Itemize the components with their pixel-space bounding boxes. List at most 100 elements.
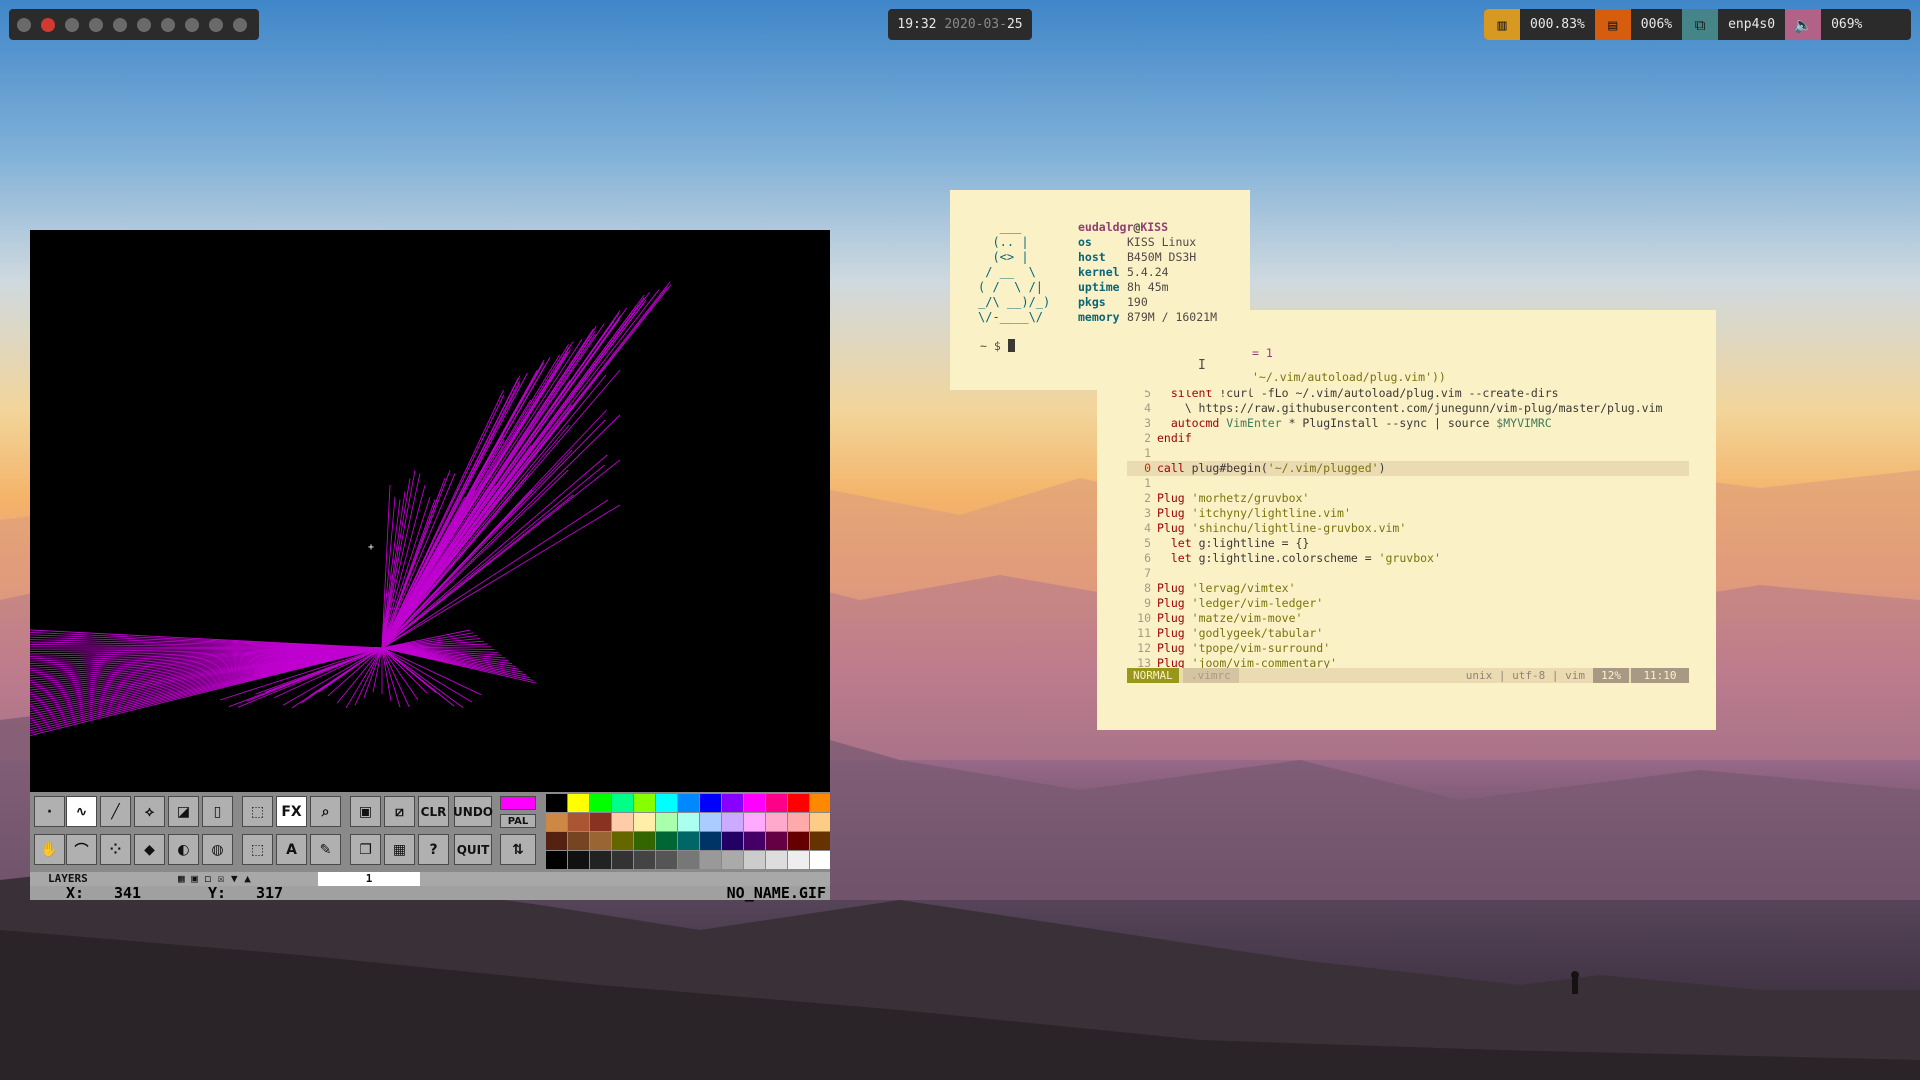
text-tool[interactable]: A [276, 834, 307, 865]
magnify-tool[interactable]: ⌕ [310, 796, 341, 827]
palette-swatch[interactable] [590, 851, 611, 869]
vim-line[interactable]: 2 endif [1127, 431, 1689, 446]
effects-button[interactable]: FX [276, 796, 307, 827]
dot-brush-tool[interactable]: · [34, 796, 65, 827]
palette-swatch[interactable] [744, 851, 765, 869]
palette-swatch[interactable] [568, 851, 589, 869]
brush-select-tool[interactable]: ⬚ [242, 796, 273, 827]
freehand-tool[interactable]: ∿ [66, 796, 97, 827]
palette-swatch[interactable] [634, 813, 655, 831]
palette-swatch[interactable] [590, 794, 611, 812]
palette-swatch[interactable] [634, 851, 655, 869]
fill-rect-tool[interactable]: ◪ [168, 796, 199, 827]
palette-swatch[interactable] [700, 813, 721, 831]
palette-swatch[interactable] [612, 851, 633, 869]
vim-line[interactable]: 9 Plug 'ledger/vim-ledger' [1127, 596, 1689, 611]
layer-number-field[interactable]: 1 [318, 872, 420, 886]
palette-swatch[interactable] [722, 794, 743, 812]
workspace-9[interactable] [209, 17, 223, 32]
palette-swatch[interactable] [788, 851, 809, 869]
move-arrows-tool[interactable]: ⇅ [500, 834, 536, 865]
hand-tool[interactable]: ✋ [34, 834, 65, 865]
palette-swatch[interactable] [546, 813, 567, 831]
workspace-3[interactable] [65, 17, 79, 32]
palette-swatch[interactable] [612, 794, 633, 812]
vim-line[interactable]: 7 [1127, 566, 1689, 581]
workspace-10[interactable] [233, 17, 247, 32]
vim-line[interactable]: 10 Plug 'matze/vim-move' [1127, 611, 1689, 626]
palette-swatch[interactable] [766, 851, 787, 869]
workspace-4[interactable] [89, 17, 103, 32]
palette-swatch[interactable] [810, 832, 830, 850]
palette-swatch[interactable] [722, 813, 743, 831]
vim-buffer[interactable]: 5 silent !curl -fLo ~/.vim/autoload/plug… [1127, 386, 1689, 671]
vim-line[interactable]: 3 autocmd VimEnter * PlugInstall --sync … [1127, 416, 1689, 431]
palette-swatch[interactable] [744, 832, 765, 850]
vim-line[interactable]: 11 Plug 'godlygeek/tabular' [1127, 626, 1689, 641]
palette-swatch[interactable] [612, 813, 633, 831]
ellipse-fill-tool[interactable]: ◐ [168, 834, 199, 865]
workspace-2[interactable] [41, 17, 55, 32]
clear-button[interactable]: CLR [418, 796, 449, 827]
vim-line[interactable]: 5 let g:lightline = {} [1127, 536, 1689, 551]
help-button[interactable]: ? [418, 834, 449, 865]
palette-swatch[interactable] [700, 794, 721, 812]
palette-swatch[interactable] [656, 794, 677, 812]
palette-swatch[interactable] [546, 794, 567, 812]
workspace-5[interactable] [113, 17, 127, 32]
palette-swatch[interactable] [568, 832, 589, 850]
spline-tool[interactable]: ⟡ [134, 796, 165, 827]
palette-swatch[interactable] [634, 794, 655, 812]
palette-swatch[interactable] [546, 851, 567, 869]
drawing-canvas[interactable]: + [30, 230, 830, 792]
palette-swatch[interactable] [722, 851, 743, 869]
quit-button[interactable]: QUIT [454, 834, 492, 865]
palette-swatch[interactable] [612, 832, 633, 850]
palette-swatch[interactable] [788, 794, 809, 812]
vim-line[interactable]: 6 let g:lightline.colorscheme = 'gruvbox… [1127, 551, 1689, 566]
adjust-tool[interactable]: ⧄ [384, 796, 415, 827]
sphere-tool[interactable]: ◍ [202, 834, 233, 865]
palette-swatch[interactable] [656, 832, 677, 850]
palette-swatch[interactable] [678, 851, 699, 869]
palette-swatch[interactable] [744, 813, 765, 831]
vim-line[interactable]: 1 [1127, 446, 1689, 461]
workspace-1[interactable] [17, 17, 31, 32]
vim-line[interactable]: 4 Plug 'shinchu/lightline-gruvbox.vim' [1127, 521, 1689, 536]
palette-swatch[interactable] [590, 813, 611, 831]
fore-color-swatch[interactable] [500, 796, 536, 810]
palette-swatch[interactable] [722, 832, 743, 850]
workspace-6[interactable] [137, 17, 151, 32]
palette-swatch[interactable] [766, 794, 787, 812]
palette-swatch[interactable] [810, 813, 830, 831]
workspace-8[interactable] [185, 17, 199, 32]
paint-window[interactable]: + · ∿ ╱ ⟡ ◪ ▯ ⬚ FX ⌕ ▣ ⧄ CLR UNDO PAL ✋ … [30, 230, 830, 901]
palette-swatch[interactable] [788, 813, 809, 831]
vim-line[interactable]: 12 Plug 'tpope/vim-surround' [1127, 641, 1689, 656]
palette-swatch[interactable] [810, 794, 830, 812]
palette-swatch[interactable] [656, 851, 677, 869]
shell-prompt[interactable]: ~ $ [980, 339, 1015, 353]
airbrush-tool[interactable]: ⁘ [100, 834, 131, 865]
palette-swatch[interactable] [546, 832, 567, 850]
curve-tool[interactable]: ⌒ [66, 834, 97, 865]
vim-line[interactable]: 2 Plug 'morhetz/gruvbox' [1127, 491, 1689, 506]
flood-fill-tool[interactable]: ◆ [134, 834, 165, 865]
line-tool[interactable]: ╱ [100, 796, 131, 827]
palette-swatch[interactable] [568, 794, 589, 812]
vim-line[interactable]: 0 call plug#begin('~/.vim/plugged') [1127, 461, 1689, 476]
palette-swatch[interactable] [678, 813, 699, 831]
palette-swatch[interactable] [744, 794, 765, 812]
palette-swatch[interactable] [634, 832, 655, 850]
workspace-7[interactable] [161, 17, 175, 32]
palette-swatch[interactable] [788, 832, 809, 850]
grid-tool[interactable]: ▦ [384, 834, 415, 865]
palette-swatch[interactable] [678, 794, 699, 812]
palette-swatch[interactable] [700, 851, 721, 869]
palette-swatch[interactable] [656, 813, 677, 831]
page-tool[interactable]: ❐ [350, 834, 381, 865]
color-picker-tool[interactable]: ✎ [310, 834, 341, 865]
rect-tool[interactable]: ▯ [202, 796, 233, 827]
palette-swatch[interactable] [590, 832, 611, 850]
palette-swatch[interactable] [678, 832, 699, 850]
